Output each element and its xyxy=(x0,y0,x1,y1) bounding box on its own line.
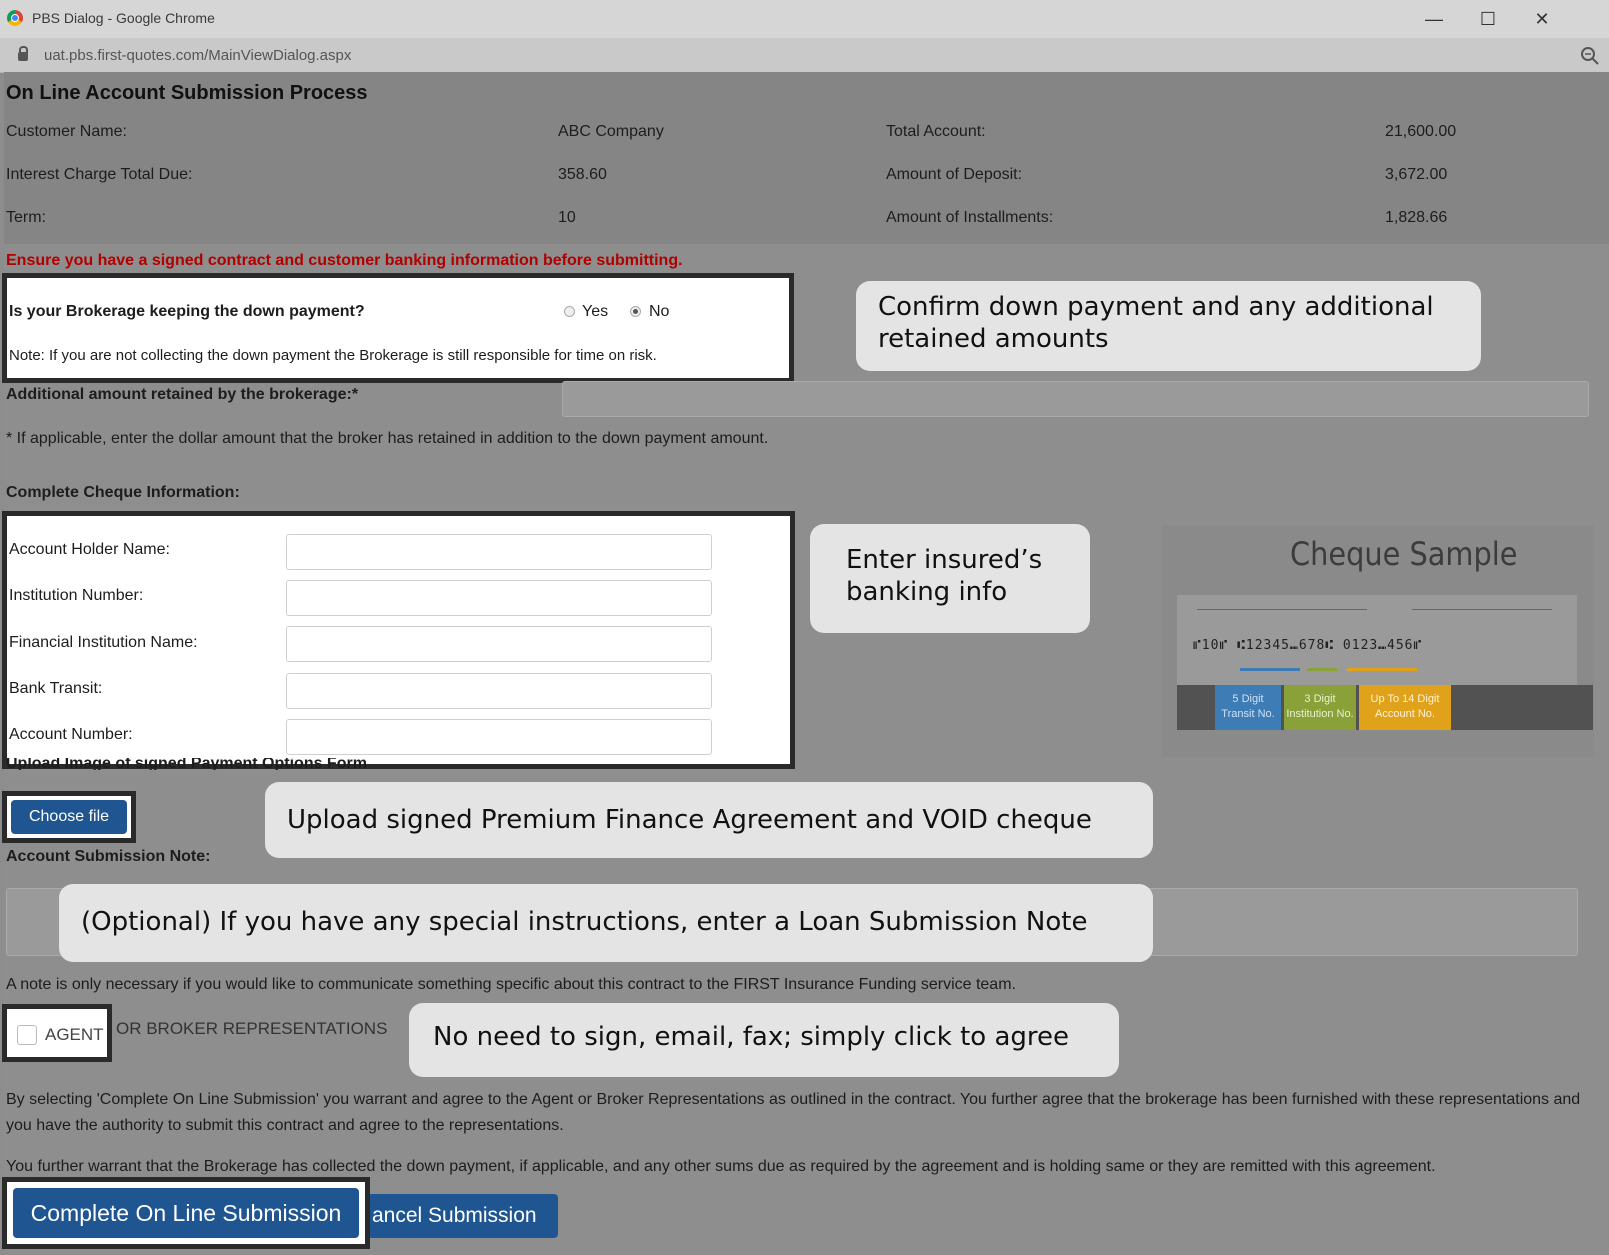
account-bracket xyxy=(1347,668,1417,671)
yes-radio[interactable] xyxy=(564,306,575,317)
chrome-logo-icon xyxy=(7,10,23,26)
institution-box: 3 Digit Institution No. xyxy=(1284,685,1356,730)
close-icon[interactable]: ✕ xyxy=(1522,4,1562,34)
callout-note: (Optional) If you have any special instr… xyxy=(59,884,1153,962)
window-title: PBS Dialog - Google Chrome xyxy=(32,10,215,26)
bank-transit-label: Bank Transit: xyxy=(9,680,103,697)
no-label: No xyxy=(649,303,670,320)
cheque-micr-line: ⑈10⑈ ⑆12345⑉678⑆ 0123⑉456⑈ xyxy=(1193,638,1423,653)
choose-file-button[interactable]: Choose file xyxy=(11,800,127,834)
cheque-sample-title: Cheque Sample xyxy=(1290,535,1518,573)
address-bar[interactable]: uat.pbs.first-quotes.com/MainViewDialog.… xyxy=(0,38,1609,73)
customer-name-label: Customer Name: xyxy=(6,123,127,140)
down-payment-question: Is your Brokerage keeping the down payme… xyxy=(9,303,365,320)
account-holder-label: Account Holder Name: xyxy=(9,541,170,558)
institution-bracket xyxy=(1307,668,1337,671)
financial-institution-label: Financial Institution Name: xyxy=(9,634,198,651)
bank-transit-input[interactable] xyxy=(286,673,712,709)
agent-representations-label: OR BROKER REPRESENTATIONS xyxy=(116,1019,388,1038)
callout-banking: Enter insured’s banking info xyxy=(810,524,1090,633)
deposit-label: Amount of Deposit: xyxy=(886,166,1023,183)
minimize-icon[interactable]: — xyxy=(1414,4,1454,34)
installments-value: 1,828.66 xyxy=(1385,209,1448,226)
institution-number-input[interactable] xyxy=(286,580,712,616)
callout-down-payment: Confirm down payment and any additional … xyxy=(856,281,1481,371)
deposit-value: 3,672.00 xyxy=(1385,166,1448,183)
term-value: 10 xyxy=(558,209,576,226)
additional-amount-help: * If applicable, enter the dollar amount… xyxy=(6,430,769,447)
page-title: On Line Account Submission Process xyxy=(6,82,368,104)
cheque-info-box: Account Holder Name: Institution Number:… xyxy=(2,511,795,769)
legal-text-representations: By selecting 'Complete On Line Submissio… xyxy=(6,1091,1581,1134)
agent-checkbox[interactable] xyxy=(17,1025,37,1045)
complete-submission-button[interactable]: Complete On Line Submission xyxy=(13,1188,359,1238)
cheque-line xyxy=(1197,609,1367,610)
transit-box: 5 Digit Transit No. xyxy=(1215,685,1281,730)
financial-institution-input[interactable] xyxy=(286,626,712,662)
total-account-value: 21,600.00 xyxy=(1385,123,1457,140)
installments-label: Amount of Installments: xyxy=(886,209,1054,226)
submission-note-help: A note is only necessary if you would li… xyxy=(6,976,1016,993)
total-account-label: Total Account: xyxy=(886,123,986,140)
institution-number-label: Institution Number: xyxy=(9,587,144,604)
interest-value: 358.60 xyxy=(558,166,607,183)
account-holder-input[interactable] xyxy=(286,534,712,570)
legal-text-down-payment: You further warrant that the Brokerage h… xyxy=(6,1158,1436,1175)
down-payment-box: Is your Brokerage keeping the down payme… xyxy=(2,273,794,383)
customer-name-value: ABC Company xyxy=(558,123,664,140)
term-label: Term: xyxy=(6,209,46,226)
lock-icon xyxy=(18,46,28,61)
additional-amount-label: Additional amount retained by the broker… xyxy=(6,386,359,403)
transit-bracket xyxy=(1240,668,1300,671)
agent-checkbox-label: AGENT xyxy=(45,1025,104,1044)
url-text[interactable]: uat.pbs.first-quotes.com/MainViewDialog.… xyxy=(44,47,351,64)
account-number-input[interactable] xyxy=(286,719,712,755)
callout-upload: Upload signed Premium Finance Agreement … xyxy=(265,782,1153,858)
upload-highlight: Choose file xyxy=(2,791,136,843)
cheque-sample: Cheque Sample ⑈10⑈ ⑆12345⑉678⑆ 0123⑉456⑈… xyxy=(1162,525,1594,757)
warning-text: Ensure you have a signed contract and cu… xyxy=(6,252,683,269)
upload-label: Upload Image of signed Payment Options F… xyxy=(6,758,367,770)
window-titlebar: PBS Dialog - Google Chrome — ☐ ✕ xyxy=(0,0,1609,39)
yes-label: Yes xyxy=(582,303,609,320)
agent-checkbox-highlight: AGENT xyxy=(2,1004,112,1062)
callout-agree: No need to sign, email, fax; simply clic… xyxy=(409,1003,1119,1077)
down-payment-note: Note: If you are not collecting the down… xyxy=(9,347,657,364)
interest-label: Interest Charge Total Due: xyxy=(6,166,193,183)
cheque-section-label: Complete Cheque Information: xyxy=(6,484,240,501)
maximize-icon[interactable]: ☐ xyxy=(1468,4,1508,34)
account-box: Up To 14 Digit Account No. xyxy=(1359,685,1451,730)
submission-note-label: Account Submission Note: xyxy=(6,848,211,865)
cancel-submission-button[interactable]: ancel Submission xyxy=(354,1194,558,1238)
account-number-label: Account Number: xyxy=(9,726,133,743)
cheque-line xyxy=(1412,609,1552,610)
zoom-icon[interactable] xyxy=(1580,46,1600,66)
no-radio[interactable] xyxy=(630,306,641,317)
additional-amount-input[interactable] xyxy=(562,381,1589,417)
submit-highlight: Complete On Line Submission xyxy=(2,1177,370,1249)
